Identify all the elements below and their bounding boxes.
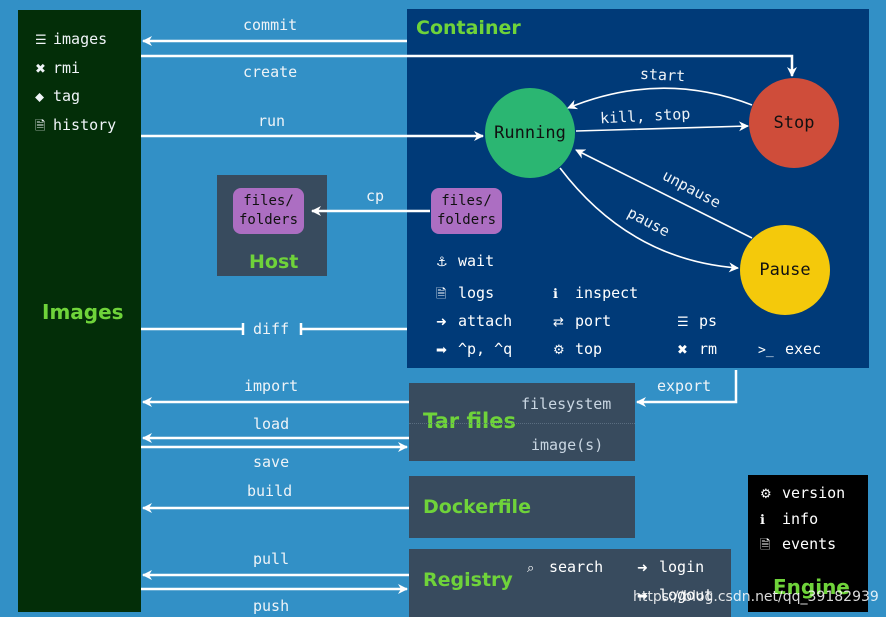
gears-icon: ⚙ [553, 343, 565, 358]
attach-command[interactable]: ➜ attach [436, 312, 512, 330]
create-arrow [141, 54, 797, 77]
info-icon: ℹ [760, 513, 765, 528]
terminal-icon: >_ [758, 343, 774, 358]
cp-label: cp [366, 187, 385, 205]
attach-label: attach [458, 312, 513, 330]
events-command[interactable]: 🗎 events [760, 535, 836, 558]
events-label: events [782, 535, 837, 553]
export-label: export [657, 377, 712, 395]
sign-in-icon: ➜ [436, 315, 447, 330]
sign-in-icon: ➜ [637, 561, 648, 576]
wait-label: wait [458, 252, 495, 270]
info-command[interactable]: ℹ info [760, 510, 818, 528]
run-label: run [258, 112, 286, 130]
registry-title: Registry [423, 569, 513, 591]
version-command[interactable]: ⚙ version [760, 484, 845, 502]
images-tar-label: image(s) [531, 436, 604, 454]
load-label: load [253, 415, 290, 433]
login-label: login [659, 558, 705, 576]
detach-label: ^p, ^q [458, 340, 513, 358]
search-command[interactable]: ⌕ search [527, 558, 603, 576]
inspect-label: inspect [575, 284, 639, 302]
port-label: port [575, 312, 612, 330]
wait-command[interactable]: ⚓ wait [436, 252, 494, 270]
file-icon: 🗎 [760, 538, 771, 553]
start-label: start [639, 64, 686, 86]
import-label: import [244, 377, 299, 395]
version-label: version [782, 484, 846, 502]
inspect-command[interactable]: ℹ inspect [553, 284, 638, 302]
detach-command[interactable]: ➡ ^p, ^q [436, 340, 512, 358]
rm-label: rm [699, 340, 718, 358]
tar-files-panel: Tar files filesystem image(s) [409, 383, 635, 461]
start-arrow [567, 87, 753, 110]
sign-out-icon: ➡ [436, 343, 447, 358]
rm-command[interactable]: ✖ rm [677, 340, 717, 358]
gear-icon: ⚙ [760, 487, 772, 502]
tar-files-title: Tar files [423, 409, 516, 433]
ps-command[interactable]: ☰ ps [677, 312, 717, 330]
watermark: https://blog.csdn.net/qq_39182939 [633, 589, 879, 605]
exec-command[interactable]: >_ exec [758, 340, 821, 358]
registry-panel: Registry ⌕ search ➜ login ➡ logout [409, 549, 731, 617]
info-label: info [782, 510, 819, 528]
filesystem-label: filesystem [521, 395, 612, 413]
logs-command[interactable]: 🗎 logs [436, 284, 494, 307]
exec-label: exec [785, 340, 822, 358]
diff-label: diff [253, 320, 290, 338]
port-command[interactable]: ⇄ port [553, 312, 611, 330]
login-command[interactable]: ➜ login [637, 558, 704, 576]
pull-label: pull [253, 550, 290, 568]
logs-label: logs [458, 284, 495, 302]
search-label: search [549, 558, 604, 576]
dockerfile-panel: Dockerfile [409, 476, 635, 538]
build-label: build [247, 482, 293, 500]
anchor-icon: ⚓ [436, 255, 448, 270]
exchange-icon: ⇄ [553, 315, 564, 330]
save-label: save [253, 453, 290, 471]
search-icon: ⌕ [527, 561, 535, 576]
close-icon: ✖ [677, 343, 688, 358]
ps-label: ps [699, 312, 718, 330]
info-icon: ℹ [553, 287, 558, 302]
dockerfile-title: Dockerfile [423, 496, 531, 518]
top-label: top [575, 340, 603, 358]
file-icon: 🗎 [436, 287, 447, 302]
list-icon: ☰ [677, 315, 689, 330]
top-command[interactable]: ⚙ top [553, 340, 602, 358]
create-label: create [243, 63, 298, 81]
commit-label: commit [243, 16, 298, 34]
push-label: push [253, 597, 290, 615]
